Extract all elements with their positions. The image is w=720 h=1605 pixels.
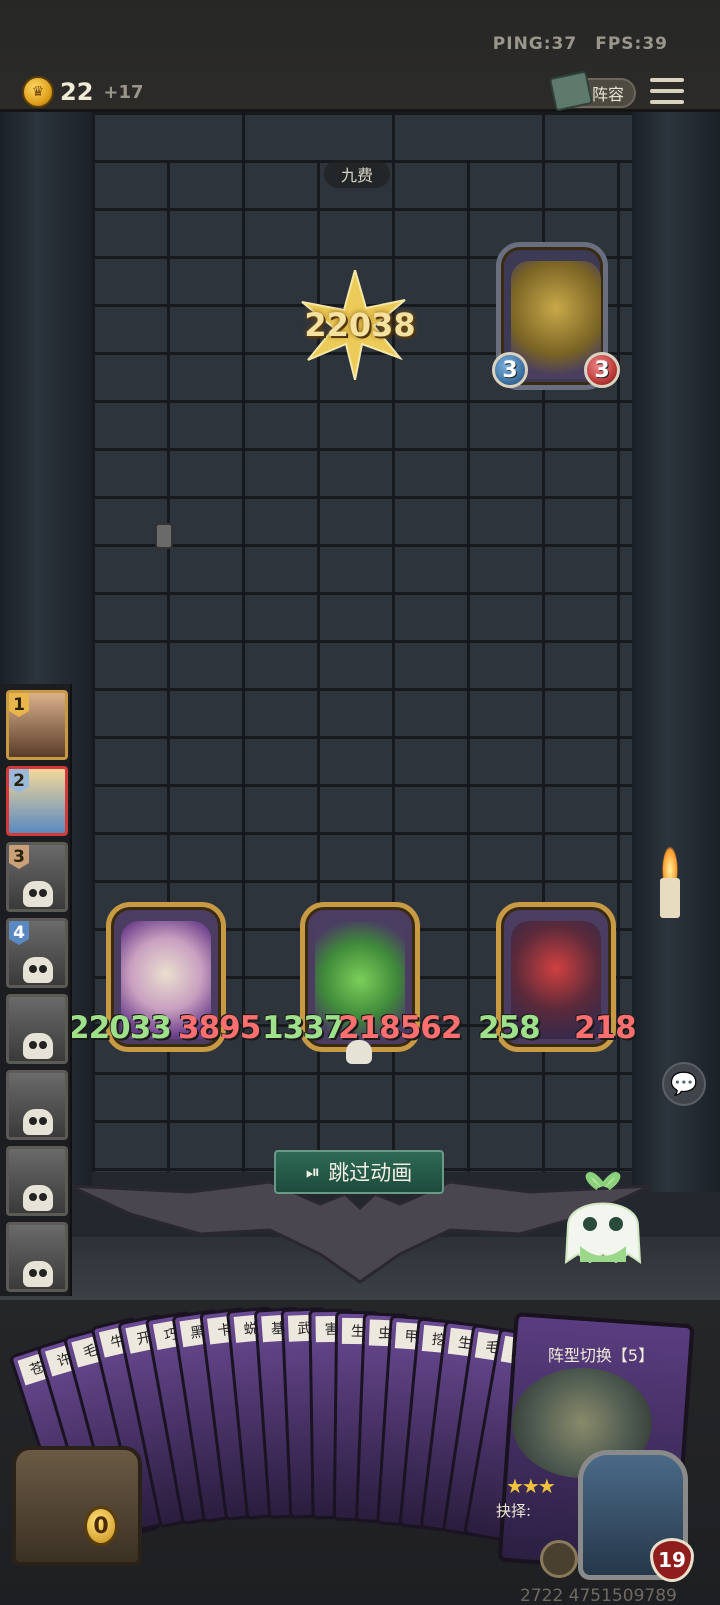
totem-icon [155,523,173,549]
hero-weapon-icon[interactable] [540,1540,578,1578]
roster-slot-2[interactable]: 2 [6,766,68,836]
gold-income: +17 [103,81,144,103]
unit-health: 218 [574,1010,637,1046]
enemy-health: 3 [584,352,620,388]
treasure-chest[interactable] [12,1446,142,1566]
unit-attack: 258 [478,1010,541,1046]
chest-counter: 0 [84,1506,118,1546]
right-pillar [632,112,720,1192]
gold-counter: ♛ 22 +17 [22,76,144,108]
damage-number: 22038 [304,306,416,344]
round-label: 九费 [324,160,390,188]
skull-icon [23,1033,53,1059]
ping-label: PING:37 [492,34,578,54]
chat-bubble-icon: 💬 [670,1071,698,1097]
skull-icon [23,881,53,907]
skull-icon [23,1109,53,1135]
performance-readout: PING:37 FPS:39 [493,34,668,54]
skull-icon [23,957,53,983]
skip-icon: ⏯ [305,1161,321,1183]
unit-attack: 1337 [262,1010,345,1046]
roster-slot-8[interactable] [6,1222,68,1292]
unit-attack: 22033 [68,1010,172,1046]
enemy-attack: 3 [492,352,528,388]
featured-card-title: 阵型切换【5】 [547,1346,655,1365]
lineup-label: 阵容 [591,85,624,104]
crown-coin-icon: ♛ [22,76,54,108]
unit-health: 3895 [178,1010,261,1046]
footer-number: 2722 4751509789 [520,1586,677,1605]
featured-card-footer: 抉择: [496,1502,532,1520]
skull-icon [23,1261,53,1287]
player-roster: 1 2 3 4 [0,684,72,1296]
skull-icon [23,1185,53,1211]
candle-icon [650,846,690,926]
skip-label: 跳过动画 [328,1161,413,1185]
fps-label: FPS:39 [595,34,668,54]
chat-button[interactable]: 💬 [662,1062,706,1106]
roster-slot-1[interactable]: 1 [6,690,68,760]
sprout-spirit-icon[interactable] [560,1166,646,1266]
roster-slot-3[interactable]: 3 [6,842,68,912]
menu-button[interactable] [650,74,684,108]
skull-icon [346,1040,372,1064]
roster-slot-7[interactable] [6,1146,68,1216]
roster-slot-6[interactable] [6,1070,68,1140]
skip-animation-button[interactable]: ⏯ 跳过动画 [274,1150,444,1194]
star-rating-icon: ★★★ [506,1474,556,1498]
menu-icon [650,77,684,82]
gold-value: 22 [60,78,94,106]
roster-slot-4[interactable]: 4 [6,918,68,988]
roster-slot-5[interactable] [6,994,68,1064]
